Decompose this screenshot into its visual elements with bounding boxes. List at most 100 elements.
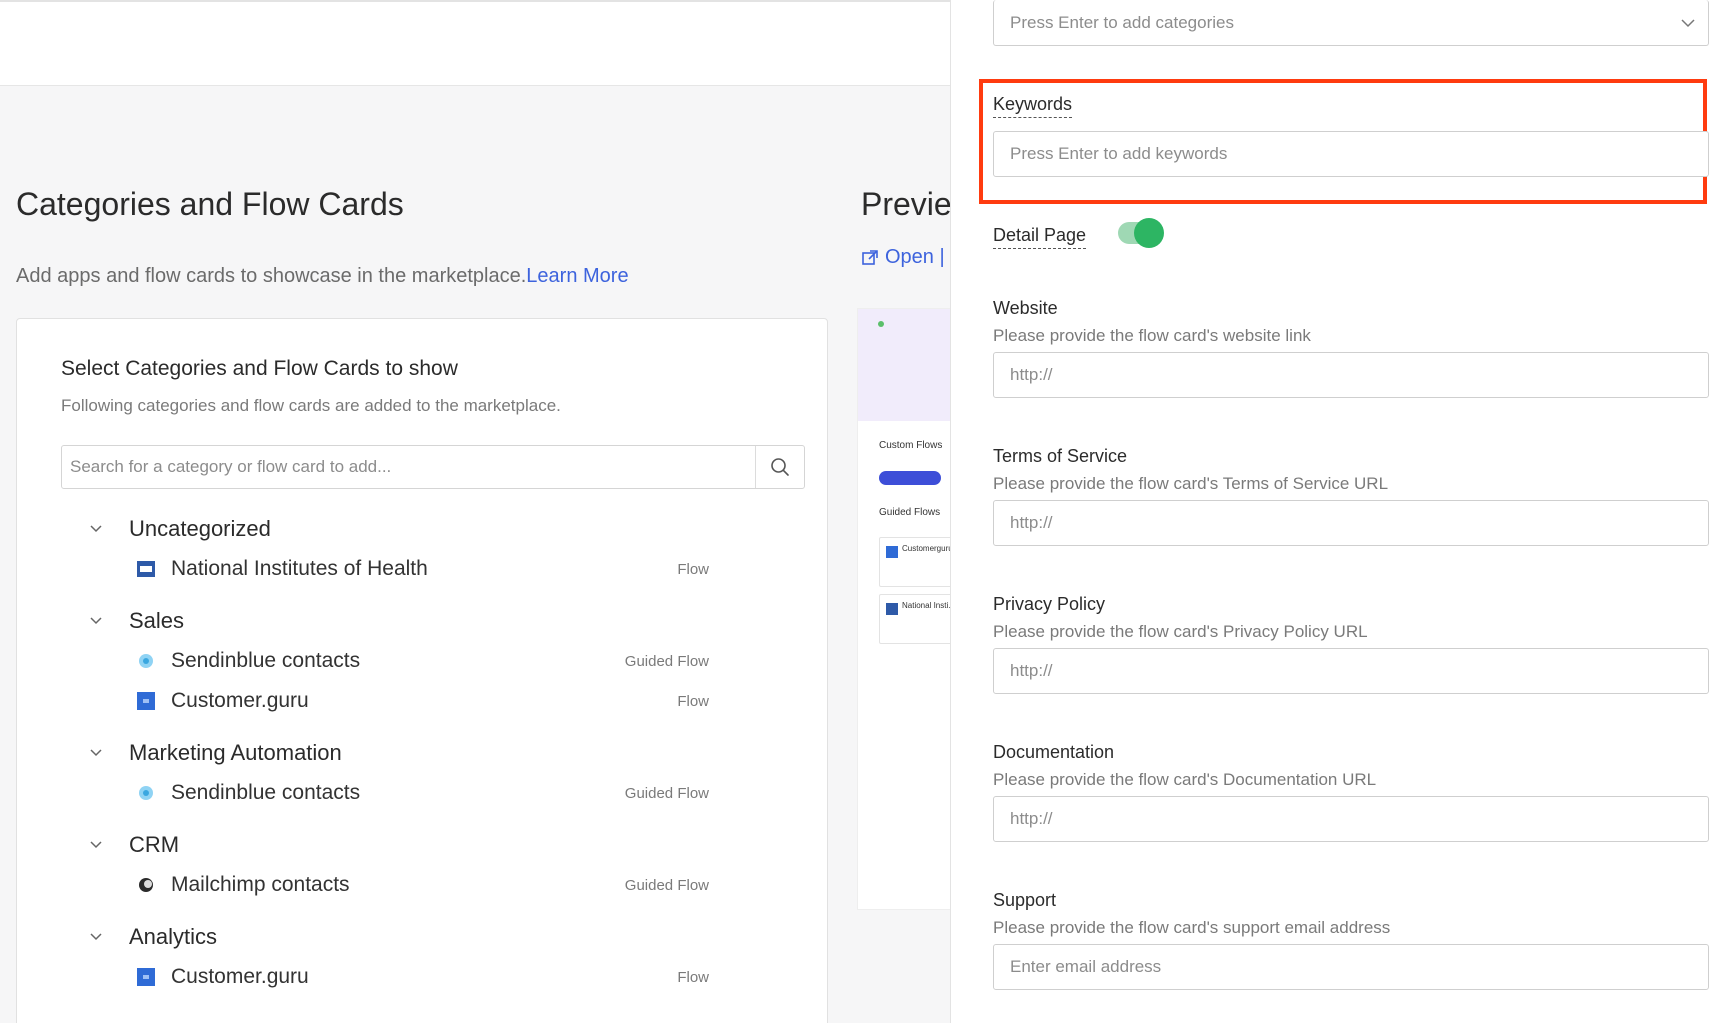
category-marketing-automation[interactable]: Marketing Automation [89,733,709,773]
chevron-down-icon [90,749,102,757]
documentation-label: Documentation [993,742,1115,762]
categories-input[interactable] [994,11,1668,34]
detail-page-label: Detail Page [993,225,1087,249]
mini-card-2: National Insti... [879,594,961,644]
website-field [993,352,1709,398]
category-search-input[interactable] [62,456,755,478]
customer-guru-logo-icon [137,968,155,986]
section-description-text: Add apps and flow cards to showcase in t… [16,265,527,287]
top-bar [0,0,950,86]
privacy-helper: Please provide the flow card's Privacy P… [993,622,1368,641]
category-name: Analytics [129,924,218,949]
support-helper: Please provide the flow card's support e… [993,918,1391,937]
keywords-label: Keywords [993,94,1073,118]
flow-card-type: Flow [677,560,709,578]
documentation-input[interactable] [994,808,1708,830]
chevron-down-icon [90,525,102,533]
mini-card-2-label: National Insti... [902,601,955,610]
mini-card-1: Customerguru [879,537,961,587]
category-analytics[interactable]: Analytics [89,917,709,957]
support-field [993,944,1709,990]
website-helper: Please provide the flow card's website l… [993,326,1311,345]
category-search [61,445,805,489]
mini-custom-flows-label: Custom Flows [879,440,943,451]
card-subtitle: Following categories and flow cards are … [61,396,561,415]
customer-guru-logo-icon [137,692,155,710]
search-button[interactable] [756,446,804,488]
privacy-field [993,648,1709,694]
category-name: Marketing Automation [129,740,342,765]
section-title: Categories and Flow Cards [16,186,404,222]
mini-button [879,471,941,485]
flow-card-item[interactable]: Sendinblue contacts Guided Flow [89,773,709,813]
mini-card-2-icon [886,603,898,615]
flow-card-type: Flow [677,968,709,986]
detail-page-toggle[interactable] [1118,218,1164,248]
nih-logo-icon [137,561,155,577]
keywords-field [993,131,1709,177]
mini-guided-flows-label: Guided Flows [879,507,941,518]
toggle-knob [1134,218,1164,248]
sendinblue-logo-icon [139,786,153,800]
category-uncategorized[interactable]: Uncategorized [89,509,709,549]
privacy-label: Privacy Policy [993,594,1106,614]
category-name: Sales [129,608,185,633]
open-preview-label: Open | [885,246,945,268]
flow-card-name: Mailchimp contacts [171,873,350,896]
search-icon [771,458,789,476]
flow-card-name: Sendinblue contacts [171,649,361,672]
privacy-input[interactable] [994,660,1708,682]
chevron-down-icon [90,617,102,625]
section-description: Add apps and flow cards to showcase in t… [16,265,629,288]
terms-label: Terms of Service [993,446,1128,466]
categories-field [993,0,1709,46]
flow-card-item[interactable]: Customer.guru Flow [89,681,709,721]
flow-card-type: Guided Flow [624,652,709,670]
keywords-input[interactable] [994,143,1708,165]
terms-helper: Please provide the flow card's Terms of … [993,474,1389,493]
support-email-input[interactable] [994,956,1708,978]
flow-card-item[interactable]: Customer.guru Flow [89,957,709,997]
open-preview-link[interactable]: Open | [861,246,945,269]
external-link-icon [862,249,878,265]
category-name: Uncategorized [129,516,271,541]
flow-card-item[interactable]: Sendinblue contacts Guided Flow [89,641,709,681]
categories-card: Select Categories and Flow Cards to show… [16,318,828,1023]
categories-dropdown-toggle[interactable] [1668,18,1708,28]
preview-title: Previe [861,186,952,222]
flow-card-type: Guided Flow [624,876,709,894]
documentation-field [993,796,1709,842]
support-label: Support [993,890,1057,910]
category-name: CRM [129,832,180,857]
flow-card-name: Customer.guru [171,965,309,988]
card-title: Select Categories and Flow Cards to show [61,357,458,380]
terms-input[interactable] [994,512,1708,534]
flow-card-name: National Institutes of Health [171,557,428,580]
category-sales[interactable]: Sales [89,601,709,641]
preview-dot-icon [878,321,884,327]
chevron-down-icon [90,841,102,849]
website-input[interactable] [994,364,1708,386]
flow-card-name: Sendinblue contacts [171,781,361,804]
preview-frame: Custom Flows Guided Flows Customerguru N… [857,308,961,910]
category-tree: Uncategorized National Institutes of Hea… [89,509,709,997]
mini-card-1-icon [886,546,898,558]
sendinblue-logo-icon [139,654,153,668]
flow-card-name: Customer.guru [171,689,309,712]
category-crm[interactable]: CRM [89,825,709,865]
preview-header-band [858,309,958,421]
app-root: Categories and Flow Cards Add apps and f… [0,0,1710,1023]
learn-more-link[interactable]: Learn More [526,265,628,287]
mini-card-1-label: Customerguru [902,544,953,553]
terms-field [993,500,1709,546]
website-label: Website [993,298,1058,318]
mailchimp-logo-icon [139,878,153,892]
flow-card-item[interactable]: Mailchimp contacts Guided Flow [89,865,709,905]
flow-card-type: Flow [677,692,709,710]
documentation-helper: Please provide the flow card's Documenta… [993,770,1377,789]
flow-card-settings-panel: Keywords Detail Page Website Please prov… [950,0,1710,1023]
flow-card-item[interactable]: National Institutes of Health Flow [89,549,709,589]
flow-card-type: Guided Flow [624,784,709,802]
chevron-down-icon [1681,18,1695,27]
chevron-down-icon [90,933,102,941]
